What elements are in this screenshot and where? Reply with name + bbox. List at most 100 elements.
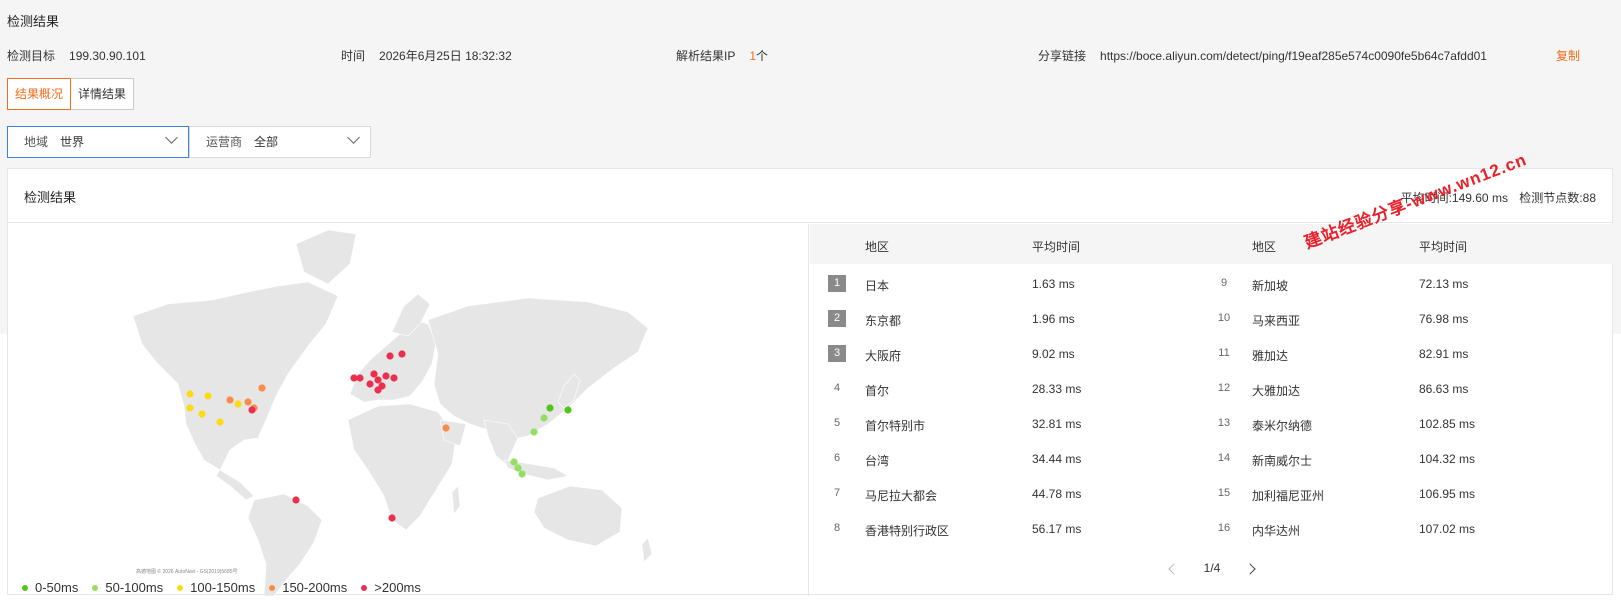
- map-marker[interactable]: [248, 406, 256, 414]
- map-marker[interactable]: [442, 424, 450, 432]
- region-cell: 马来西亚: [1252, 314, 1301, 328]
- rank-badge: 4: [833, 382, 841, 394]
- greenland-shape: [295, 229, 357, 285]
- avg-time-cell: 56.17 ms: [1032, 522, 1082, 536]
- map-marker[interactable]: [244, 398, 252, 406]
- rank-badge: 7: [833, 487, 841, 499]
- region-select[interactable]: 地域 世界: [7, 126, 189, 158]
- map-marker[interactable]: [292, 496, 300, 504]
- table-row: 14 新南威尔士 104.32 ms: [1197, 441, 1587, 477]
- rank-badge: 8: [833, 522, 841, 534]
- region-cell: 日本: [865, 279, 890, 293]
- map-marker[interactable]: [234, 400, 242, 408]
- map-marker[interactable]: [370, 370, 378, 378]
- nodes-label: 检测节点数:: [1519, 191, 1583, 205]
- table-row: 7 马尼拉大都会 44.78 ms: [810, 476, 1200, 512]
- next-page-icon[interactable]: [1244, 563, 1257, 575]
- rank-badge: 15: [1217, 487, 1231, 499]
- new-zealand-shape: [641, 537, 653, 563]
- north-america-shape: [132, 281, 339, 471]
- tab-overview[interactable]: 结果概况: [7, 78, 72, 110]
- map-marker[interactable]: [510, 458, 518, 466]
- region-label: 地域: [24, 135, 49, 149]
- map-marker[interactable]: [356, 374, 364, 382]
- share-label: 分享链接: [1038, 49, 1087, 63]
- map-marker[interactable]: [546, 404, 554, 412]
- map-attribution: 高德地图 © 2026 AutoNavi - GS(2019)5685号: [136, 569, 238, 575]
- legend-item-0-50[interactable]: 0-50ms: [22, 580, 78, 595]
- table-row: 5 首尔特别市 32.81 ms: [810, 406, 1200, 442]
- legend-item-50-100[interactable]: 50-100ms: [92, 580, 163, 595]
- map-marker[interactable]: [186, 390, 194, 398]
- rank-badge: 2: [828, 310, 846, 327]
- target-info: 检测目标 199.30.90.101: [7, 47, 146, 64]
- region-cell: 内华达州: [1252, 524, 1301, 538]
- legend-dot: [22, 584, 28, 591]
- results-table: 地区 平均时间 地区 平均时间 1 日本 1.63 ms 2 东京都 1.96 ms 3 大阪…: [810, 224, 1614, 596]
- map-marker[interactable]: [564, 406, 572, 414]
- target-label: 检测目标: [7, 49, 56, 63]
- map-marker[interactable]: [374, 376, 382, 384]
- world-map[interactable]: 高德地图 © 2026 AutoNavi - GS(2019)5685号 0-5…: [8, 224, 809, 597]
- table-row: 1 日本 1.63 ms: [810, 266, 1200, 302]
- region-cell: 新加坡: [1252, 279, 1289, 293]
- map-marker[interactable]: [514, 464, 522, 472]
- avg-time-cell: 82.91 ms: [1419, 347, 1469, 361]
- col-avg-2: 平均时间: [1419, 240, 1468, 254]
- results-panel: 检测结果 平均时间:149.60 ms 检测节点数:88 高德地图 © 2026…: [7, 168, 1614, 597]
- map-marker[interactable]: [398, 350, 406, 358]
- legend-dot: [92, 584, 99, 591]
- map-marker[interactable]: [540, 414, 548, 422]
- rank-badge: 12: [1217, 382, 1231, 394]
- results-title: 检测结果: [24, 190, 77, 205]
- map-marker[interactable]: [374, 386, 382, 394]
- copy-button[interactable]: 复制: [1556, 47, 1580, 64]
- rank-badge: 10: [1217, 312, 1231, 324]
- isp-select[interactable]: 运营商 全部: [189, 126, 371, 158]
- map-marker[interactable]: [382, 372, 390, 380]
- madagascar-shape: [451, 485, 461, 515]
- rank-badge: 3: [828, 345, 846, 362]
- avg-time-cell: 9.02 ms: [1032, 347, 1075, 361]
- region-cell: 新南威尔士: [1252, 454, 1313, 468]
- avg-time-cell: 1.96 ms: [1032, 312, 1075, 326]
- legend-dot: [361, 584, 368, 591]
- tab-details[interactable]: 详情结果: [71, 78, 135, 110]
- table-row: 13 泰米尔纳德 102.85 ms: [1197, 406, 1587, 442]
- map-marker[interactable]: [518, 470, 526, 478]
- avg-time-cell: 76.98 ms: [1419, 312, 1469, 326]
- legend-item-100-150[interactable]: 100-150ms: [177, 580, 255, 595]
- avg-time-cell: 102.85 ms: [1419, 417, 1476, 431]
- map-marker[interactable]: [530, 428, 538, 436]
- legend-item-200-plus[interactable]: >200ms: [361, 580, 421, 595]
- avg-time-cell: 28.33 ms: [1032, 382, 1082, 396]
- map-marker[interactable]: [390, 374, 398, 382]
- map-marker[interactable]: [386, 352, 394, 360]
- isp-label: 运营商: [206, 135, 243, 149]
- region-value: 世界: [60, 135, 85, 149]
- map-marker[interactable]: [216, 418, 224, 426]
- region-cell: 大雅加达: [1252, 384, 1301, 398]
- asia-shape: [427, 297, 649, 441]
- share-info: 分享链接 https://boce.aliyun.com/detect/ping/…: [1038, 47, 1487, 64]
- avg-time-cell: 32.81 ms: [1032, 417, 1082, 431]
- map-marker[interactable]: [204, 392, 212, 400]
- region-cell: 台湾: [865, 454, 890, 468]
- map-marker[interactable]: [226, 396, 234, 404]
- map-marker[interactable]: [366, 380, 374, 388]
- table-row: 8 香港特别行政区 56.17 ms: [810, 511, 1200, 547]
- africa-shape: [347, 403, 457, 531]
- share-url[interactable]: https://boce.aliyun.com/detect/ping/f19e…: [1100, 49, 1487, 63]
- legend-item-150-200[interactable]: 150-200ms: [269, 580, 347, 595]
- result-tabs: 结果概况 详情结果: [7, 78, 135, 110]
- map-marker[interactable]: [186, 404, 194, 412]
- ip-label: 解析结果IP: [676, 49, 736, 63]
- rank-badge: 11: [1218, 347, 1230, 359]
- region-cell: 加利福尼亚州: [1252, 489, 1325, 503]
- rank-badge: 16: [1217, 522, 1231, 534]
- map-marker[interactable]: [198, 410, 206, 418]
- map-marker[interactable]: [258, 384, 266, 392]
- prev-page-icon[interactable]: [1167, 563, 1180, 575]
- map-marker[interactable]: [388, 514, 396, 522]
- avg-time-cell: 86.63 ms: [1419, 382, 1469, 396]
